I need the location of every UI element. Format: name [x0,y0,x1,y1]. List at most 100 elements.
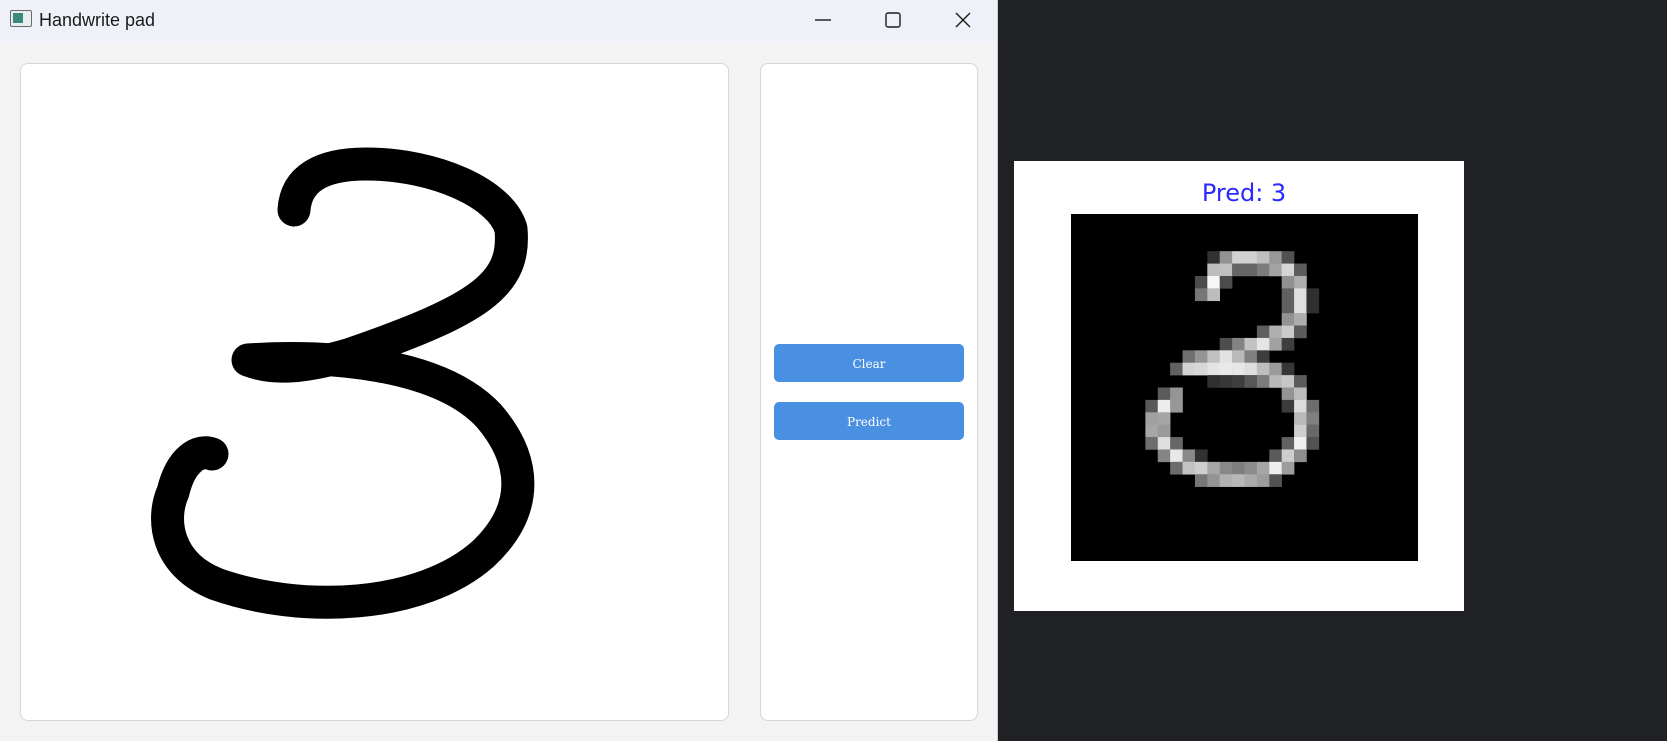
digit-pixel [1294,375,1307,388]
digit-pixel [1244,474,1258,487]
digit-pixel [1207,251,1221,264]
preprocessed-digit-image [1071,214,1418,561]
digit-pixel [1294,412,1307,425]
digit-pixel [1306,288,1320,302]
digit-pixel [1294,387,1307,401]
digit-pixel [1244,461,1258,475]
digit-pixel [1281,387,1295,401]
digit-pixel [1281,399,1295,413]
digit-pixel [1182,449,1196,463]
digit-pixel [1207,461,1221,475]
digit-pixel [1232,337,1245,351]
handwrite-pad-window: Handwrite pad Clear Predict [0,0,998,741]
digit-pixel [1219,375,1233,388]
digit-pixel [1306,399,1320,413]
digit-pixel [1281,275,1295,289]
predict-button[interactable]: Predict [774,402,964,440]
minimize-icon [815,19,831,21]
digit-pixel [1244,263,1258,277]
digit-pixel [1294,275,1307,289]
digit-pixel [1256,362,1270,376]
digit-pixel [1194,275,1208,289]
digit-pixel [1281,300,1295,314]
digit-pixel [1294,263,1307,277]
digit-pixel [1244,350,1258,364]
digit-pixel [1207,362,1221,376]
maximize-button[interactable] [860,0,926,40]
digit-pixel [1219,263,1233,277]
digit-pixel [1194,449,1208,463]
digit-pixel [1256,263,1270,277]
digit-pixel [1145,437,1159,450]
digit-pixel [1194,288,1208,302]
digit-pixel [1256,461,1270,475]
clear-button[interactable]: Clear [774,344,964,382]
digit-pixel [1269,251,1282,264]
drawn-digit-strokes [151,147,535,619]
digit-pixel [1281,337,1295,351]
digit-pixel [1145,424,1159,438]
digit-pixel [1157,424,1171,438]
digit-pixel [1281,375,1295,388]
maximize-icon [885,12,901,28]
digit-pixel [1157,399,1171,413]
digit-pixel [1281,288,1295,302]
minimize-button[interactable] [790,0,856,40]
digit-pixel [1294,399,1307,413]
digit-pixel [1207,288,1221,302]
digit-pixel [1182,362,1196,376]
digit-pixel [1294,288,1307,302]
digit-pixel [1281,325,1295,339]
digit-pixel [1194,461,1208,475]
digit-pixel [1256,474,1270,487]
digit-pixel [1170,449,1183,463]
digit-pixel [1219,474,1233,487]
digit-pixel [1281,263,1295,277]
digit-pixel [1170,461,1183,475]
digit-pixel [1256,375,1270,388]
digit-pixel [1294,424,1307,438]
digit-pixel [1207,375,1221,388]
digit-pixel [1269,263,1282,277]
window-title: Handwrite pad [39,10,156,30]
digit-pixel [1219,275,1233,289]
digit-pixel [1281,251,1295,264]
digit-pixel [1294,313,1307,326]
digit-pixel [1232,362,1245,376]
digit-pixel [1145,412,1159,425]
digit-pixel [1232,251,1245,264]
digit-pixel [1219,251,1233,264]
digit-pixel [1256,350,1270,364]
digit-pixel [1256,337,1270,351]
digit-pixel [1157,412,1171,425]
digit-pixel [1170,387,1183,401]
digit-pixel [1170,399,1183,413]
digit-pixel [1269,325,1282,339]
digit-pixel [1157,387,1171,401]
drawing-canvas[interactable] [20,63,729,721]
digit-pixel [1269,474,1282,487]
close-button[interactable] [930,0,996,40]
digit-pixel [1219,337,1233,351]
digit-pixel [1306,437,1320,450]
digit-pixel [1244,251,1258,264]
digit-pixel [1281,449,1295,463]
digit-pixel [1306,300,1320,314]
digit-pixel [1244,337,1258,351]
control-panel: Clear Predict [760,63,978,721]
window-app-icon [10,10,32,27]
digit-pixel [1256,325,1270,339]
digit-pixel [1294,300,1307,314]
digit-pixel [1281,437,1295,450]
digit-pixel [1194,474,1208,487]
digit-pixel [1281,461,1295,475]
digit-pixel [1294,437,1307,450]
digit-pixel [1232,263,1245,277]
digit-pixel [1207,350,1221,364]
title-bar[interactable]: Handwrite pad [0,0,997,42]
digit-pixel [1306,412,1320,425]
digit-pixel [1157,449,1171,463]
digit-pixel [1232,461,1245,475]
digit-pixel [1269,362,1282,376]
digit-pixel [1306,424,1320,438]
